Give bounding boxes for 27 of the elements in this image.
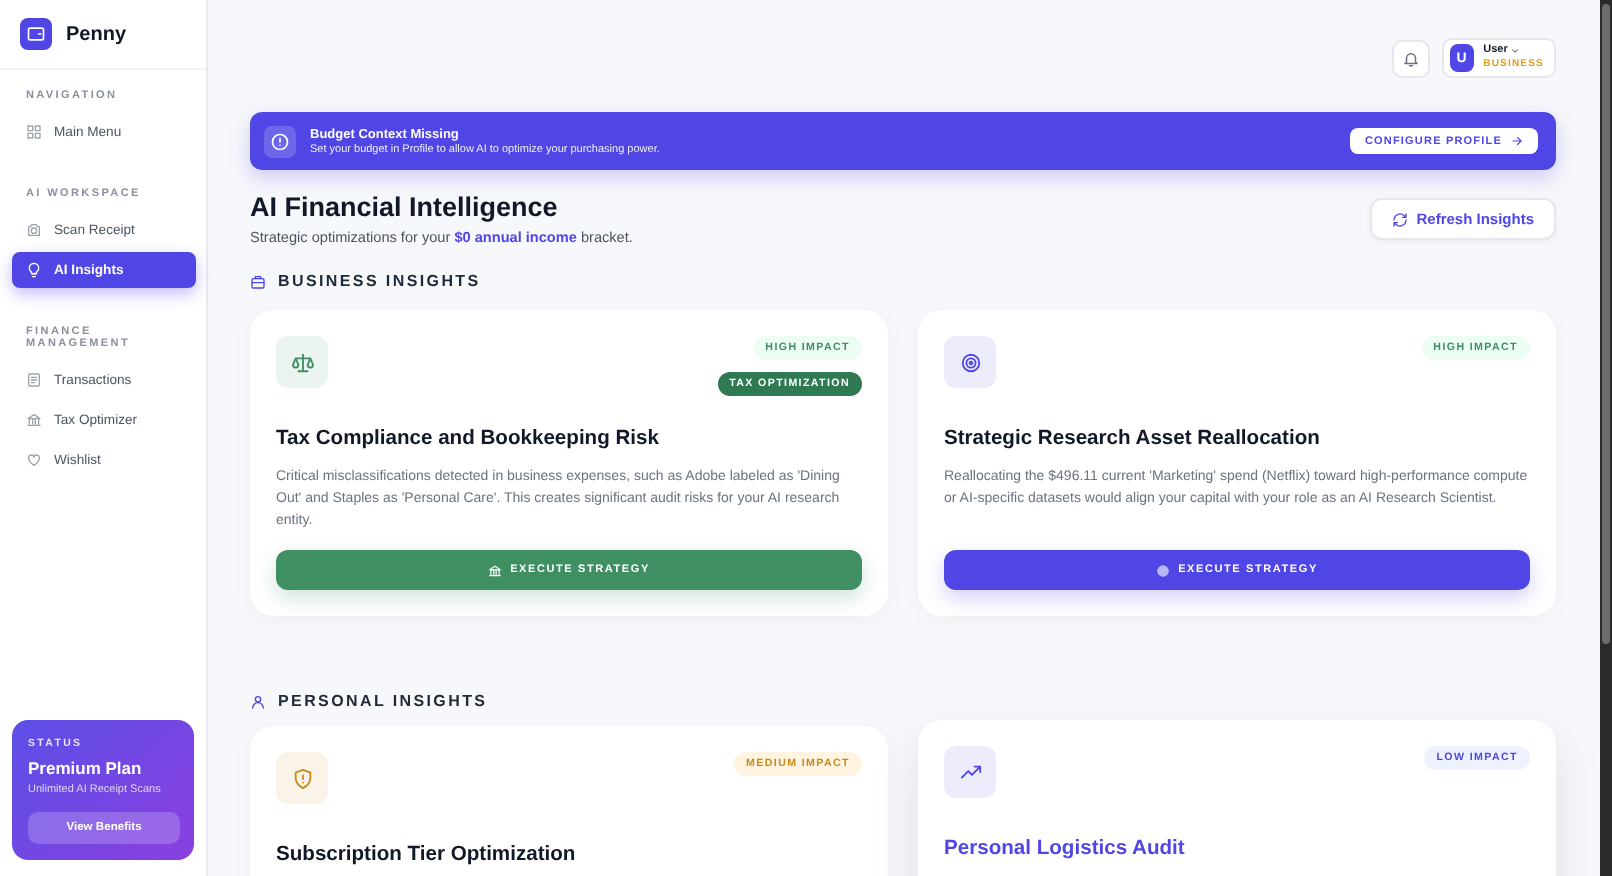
- section-title: PERSONAL INSIGHTS: [278, 692, 488, 710]
- chevron-icon: [1509, 46, 1520, 56]
- grid-icon: [26, 124, 42, 140]
- refresh-icon: [1392, 211, 1409, 227]
- card-title: Tax Compliance and Bookkeeping Risk: [276, 428, 661, 450]
- app-name: Penny: [66, 23, 127, 45]
- heart-icon: [26, 452, 42, 468]
- lightbulb-icon: [26, 262, 42, 278]
- document-icon: [26, 372, 42, 388]
- app-logo: [20, 18, 52, 50]
- arrow-icon: [1510, 134, 1524, 148]
- briefcase-icon: [250, 273, 266, 289]
- notification-button[interactable]: [1392, 39, 1430, 77]
- alert-icon: [270, 131, 290, 151]
- bell-icon: [1402, 49, 1420, 67]
- scrollbar[interactable]: [1602, 4, 1610, 644]
- card-title: Subscription Tier Optimization: [276, 844, 578, 866]
- user-icon: [250, 693, 266, 709]
- plan-name: Premium Plan: [28, 758, 142, 778]
- section-title: BUSINESS INSIGHTS: [278, 272, 481, 290]
- card-title: Strategic Research Asset Reallocation: [944, 428, 1322, 450]
- page-title: AI Financial Intelligence: [250, 192, 560, 222]
- card-title: Personal Logistics Audit: [944, 838, 1187, 860]
- circle-icon: [1156, 563, 1171, 577]
- camera-icon: [26, 222, 42, 238]
- bank-icon: [488, 563, 503, 577]
- bank-icon: [26, 412, 42, 428]
